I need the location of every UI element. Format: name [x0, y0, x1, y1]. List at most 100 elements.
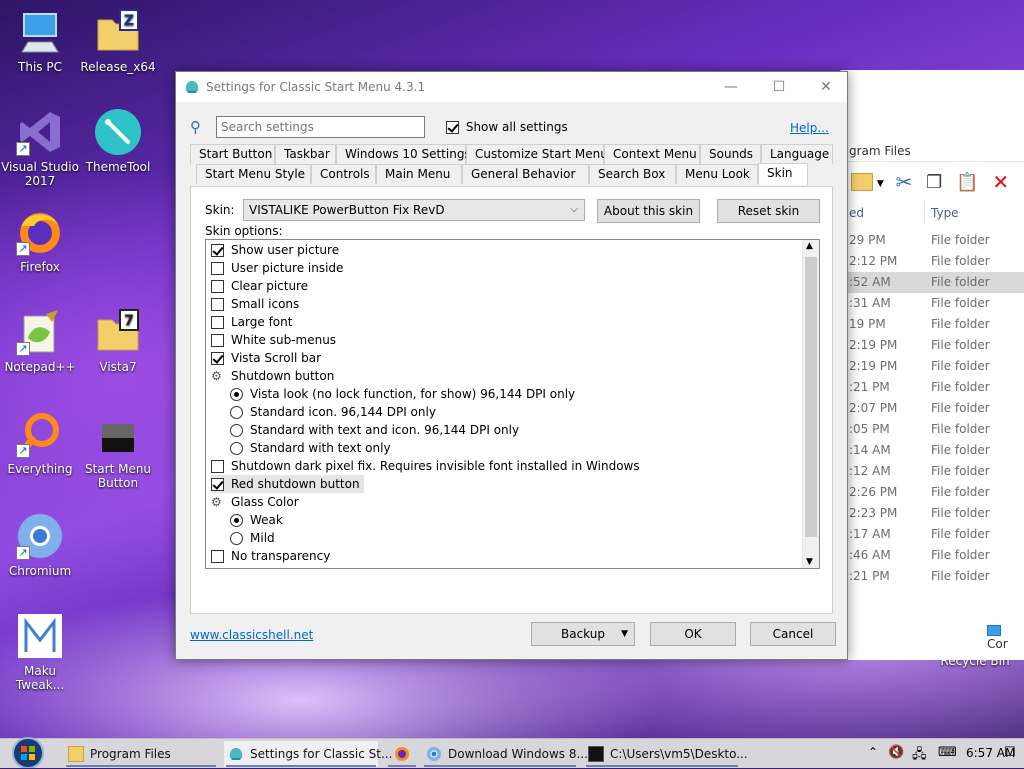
backup-button[interactable]: Backup ▼	[531, 622, 635, 646]
desktop-icon-visual-studio[interactable]: ↗ Visual Studio 2017	[0, 108, 80, 188]
option-radio[interactable]: Mild	[230, 529, 275, 547]
tab-main-menu[interactable]: Main Menu	[376, 164, 462, 184]
tab-customize-start-menu[interactable]: Customize Start Menu	[466, 144, 608, 164]
paste-icon[interactable]: 📋	[956, 172, 978, 193]
table-row[interactable]: :17 AM File folder	[841, 524, 1024, 545]
chevron-up-icon[interactable]: ⌃	[868, 745, 878, 759]
new-folder-icon[interactable]	[851, 173, 873, 191]
table-row[interactable]: :21 PM File folder	[841, 566, 1024, 587]
table-row[interactable]: :05 PM File folder	[841, 419, 1024, 440]
table-row[interactable]: :21 PM File folder	[841, 377, 1024, 398]
scroll-thumb[interactable]	[805, 257, 817, 537]
desktop-icon-this-pc[interactable]: This PC	[0, 8, 80, 74]
desktop-icon-themetool[interactable]: ThemeTool	[78, 108, 158, 174]
volume-muted-icon[interactable]: 🔇	[888, 745, 904, 760]
option-checkbox[interactable]: Clear picture	[211, 277, 308, 295]
notifications-icon[interactable]: ☐	[1004, 745, 1016, 760]
table-row[interactable]: :14 AM File folder	[841, 440, 1024, 461]
radio-button[interactable]	[230, 442, 243, 455]
explorer-address-bar[interactable]: gram Files	[841, 140, 1024, 162]
check-box[interactable]	[211, 298, 224, 311]
table-row[interactable]: :52 AM File folder	[841, 272, 1024, 293]
option-radio[interactable]: Vista look (no lock function, for show) …	[230, 385, 575, 403]
tab-taskbar[interactable]: Taskbar	[275, 144, 336, 164]
cancel-button[interactable]: Cancel	[750, 622, 836, 646]
desktop-icon-maku-tweak[interactable]: Maku Tweak...	[0, 612, 80, 692]
keyboard-icon[interactable]: ⌨	[938, 745, 957, 760]
tab-skin[interactable]: Skin	[758, 163, 808, 185]
delete-icon[interactable]: ✕	[992, 170, 1009, 194]
radio-button[interactable]	[230, 424, 243, 437]
taskbar-item-program-files[interactable]: Program Files	[64, 741, 218, 767]
table-row[interactable]: 2:26 PM File folder	[841, 482, 1024, 503]
table-row[interactable]: :46 AM File folder	[841, 545, 1024, 566]
tab-search-box[interactable]: Search Box	[589, 164, 676, 184]
option-radio[interactable]: Standard with text and icon. 96,144 DPI …	[230, 421, 519, 439]
desktop-icon-chromium[interactable]: ↗ Chromium	[0, 512, 80, 578]
table-row[interactable]: :31 AM File folder	[841, 293, 1024, 314]
tab-start-button[interactable]: Start Button	[190, 144, 275, 164]
desktop-icon-release-x64[interactable]: Z Release_x64	[78, 8, 158, 74]
reset-skin-button[interactable]: Reset skin	[717, 199, 820, 223]
option-checkbox[interactable]: Vista Scroll bar	[211, 349, 321, 367]
skin-dropdown[interactable]: VISTALIKE PowerButton Fix RevD ⌵	[243, 199, 585, 221]
desktop-icon-vista7[interactable]: 7 Vista7	[78, 308, 158, 374]
desktop-icon-notepadpp[interactable]: ↗ Notepad++	[0, 308, 80, 374]
tab-menu-look[interactable]: Menu Look	[676, 164, 758, 184]
desktop-icon-everything[interactable]: ↗ Everything	[0, 410, 80, 476]
maximize-button[interactable]: ☐	[756, 72, 802, 102]
option-radio[interactable]: Standard icon. 96,144 DPI only	[230, 403, 436, 421]
check-box[interactable]	[211, 460, 224, 473]
table-row[interactable]: 29 PM File folder	[841, 230, 1024, 251]
tab-controls[interactable]: Controls	[311, 164, 376, 184]
minimize-button[interactable]: —	[708, 72, 754, 102]
radio-button[interactable]	[230, 406, 243, 419]
option-radio[interactable]: Standard with text only	[230, 439, 391, 457]
check-box[interactable]	[211, 280, 224, 293]
dropdown-arrow-icon[interactable]: ▼	[877, 179, 884, 189]
taskbar-item-console[interactable]: C:\Users\vm5\Deskto...	[584, 741, 748, 767]
option-checkbox[interactable]: Shutdown dark pixel fix. Requires invisi…	[211, 457, 640, 475]
vertical-scrollbar[interactable]: ▲ ▼	[802, 240, 819, 568]
radio-button[interactable]	[230, 514, 243, 527]
column-modified-header[interactable]: ed	[849, 206, 864, 220]
table-row[interactable]: 2:19 PM File folder	[841, 356, 1024, 377]
table-row[interactable]: :12 AM File folder	[841, 461, 1024, 482]
tab-start-menu-style[interactable]: Start Menu Style	[196, 164, 311, 184]
taskbar-item-chromium[interactable]: Download Windows 8....	[422, 741, 592, 767]
option-checkbox[interactable]: User picture inside	[211, 259, 343, 277]
taskbar-item-settings[interactable]: Settings for Classic St...	[224, 741, 392, 767]
check-box[interactable]	[211, 244, 224, 257]
table-row[interactable]: 2:23 PM File folder	[841, 503, 1024, 524]
close-button[interactable]: ✕	[803, 72, 849, 102]
title-bar[interactable]: Settings for Classic Start Menu 4.3.1 — …	[176, 72, 847, 102]
scroll-up-icon[interactable]: ▲	[806, 241, 813, 251]
option-checkbox[interactable]: Large font	[211, 313, 292, 331]
tab-sounds[interactable]: Sounds	[700, 144, 761, 164]
option-checkbox[interactable]: No transparency	[211, 547, 330, 565]
website-link[interactable]: www.classicshell.net	[190, 628, 313, 642]
desktop-icon-start-menu-button[interactable]: Start Menu Button	[78, 410, 158, 490]
tab-context-menu[interactable]: Context Menu	[604, 144, 700, 164]
option-checkbox[interactable]: Small icons	[211, 295, 299, 313]
show-all-settings-checkbox[interactable]: Show all settings	[446, 120, 568, 134]
option-radio[interactable]: Weak	[230, 511, 283, 529]
cut-icon[interactable]: ✂	[896, 170, 913, 194]
search-input[interactable]	[216, 116, 425, 138]
tab-general-behavior[interactable]: General Behavior	[462, 164, 589, 184]
tab-windows10-settings[interactable]: Windows 10 Settings	[336, 144, 471, 164]
option-checkbox[interactable]: Red shutdown button	[211, 475, 364, 493]
table-row[interactable]: 2:07 PM File folder	[841, 398, 1024, 419]
table-row[interactable]: 2:12 PM File folder	[841, 251, 1024, 272]
radio-button[interactable]	[230, 532, 243, 545]
radio-button[interactable]	[230, 388, 243, 401]
help-link[interactable]: Help...	[790, 121, 829, 135]
option-checkbox[interactable]: White sub-menus	[211, 331, 336, 349]
column-type-header[interactable]: Type	[931, 206, 959, 220]
desktop-icon-firefox[interactable]: ↗ Firefox	[0, 208, 80, 274]
scroll-down-icon[interactable]: ▼	[806, 557, 813, 567]
check-box[interactable]	[211, 478, 224, 491]
ok-button[interactable]: OK	[650, 622, 736, 646]
copy-icon[interactable]: ❐	[926, 172, 942, 193]
check-box[interactable]	[211, 262, 224, 275]
